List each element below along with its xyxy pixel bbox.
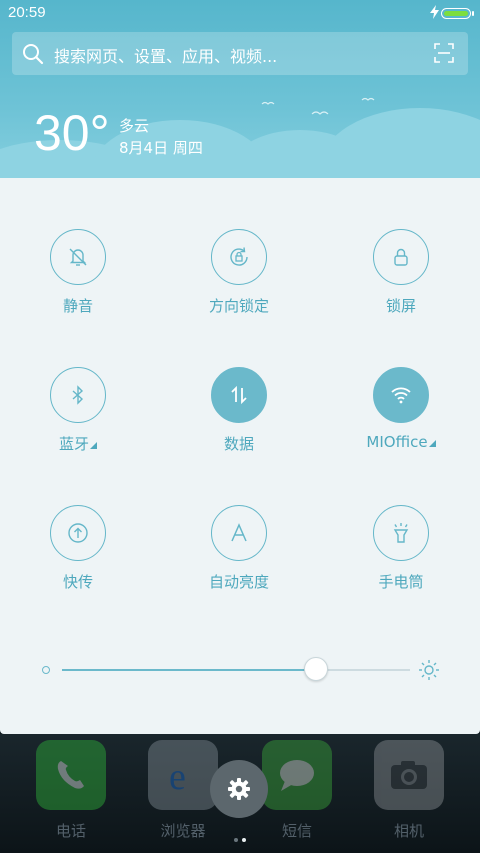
- tile-lock-screen[interactable]: 锁屏: [331, 229, 471, 316]
- search-bar[interactable]: 搜索网页、设置、应用、视频...: [12, 32, 468, 75]
- tile-label: 静音: [62, 297, 93, 315]
- quick-settings-panel: 静音 方向锁定 锁屏 蓝牙 数据 MIOffice 快传 自动亮度 手电筒: [0, 178, 480, 734]
- expand-indicator-icon: [428, 440, 436, 447]
- tile-label: 方向锁定: [208, 297, 269, 315]
- tile-label: 锁屏: [385, 297, 416, 315]
- share-upload-icon: [50, 505, 106, 561]
- brightness-low-icon: [42, 666, 50, 674]
- gear-icon: [228, 778, 250, 800]
- dock-label: 相机: [393, 822, 424, 840]
- dock-label: 电话: [55, 822, 86, 840]
- scan-icon[interactable]: [434, 43, 454, 63]
- svg-text:e: e: [169, 756, 186, 797]
- tile-flashlight[interactable]: 手电筒: [331, 505, 471, 592]
- settings-button[interactable]: [210, 760, 268, 818]
- brightness-slider-thumb[interactable]: [304, 657, 329, 681]
- phone-app-icon: [36, 740, 106, 810]
- weather-header: 20:59 搜索网页、设置、应用、视频... 30° 多云 8月4日 周四: [0, 0, 480, 180]
- dock-app-phone[interactable]: 电话: [21, 740, 121, 841]
- birds-decoration: [261, 97, 375, 115]
- dock-label: 浏览器: [160, 822, 206, 840]
- tile-label: 自动亮度: [208, 573, 269, 591]
- bell-off-icon: [50, 229, 106, 285]
- mobile-data-icon: [211, 367, 267, 423]
- charging-icon: [430, 5, 439, 19]
- weather-condition: 多云: [119, 117, 150, 135]
- status-bar: 20:59: [0, 0, 480, 26]
- search-icon: [23, 44, 44, 65]
- messages-app-icon: [262, 740, 332, 810]
- tile-label: MIOffice: [366, 433, 428, 451]
- flashlight-icon: [373, 505, 429, 561]
- brightness-slider-track[interactable]: [62, 669, 410, 671]
- dock-label: 短信: [281, 822, 312, 840]
- camera-app-icon: [374, 740, 444, 810]
- search-input[interactable]: 搜索网页、设置、应用、视频...: [54, 43, 277, 67]
- dock-app-camera[interactable]: 相机: [359, 740, 459, 841]
- expand-indicator-icon: [90, 442, 97, 449]
- weather-date: 8月4日 周四: [119, 139, 203, 157]
- tile-wifi[interactable]: MIOffice: [331, 367, 471, 451]
- temperature: 30°: [34, 105, 110, 161]
- tile-rotation-lock[interactable]: 方向锁定: [169, 229, 309, 316]
- brightness-slider-fill: [62, 669, 317, 671]
- rotation-lock-icon: [211, 229, 267, 285]
- battery-icon: [441, 8, 471, 19]
- tile-auto-brightness[interactable]: 自动亮度: [169, 505, 309, 592]
- tile-label: 数据: [223, 435, 254, 453]
- tile-mobile-data[interactable]: 数据: [169, 367, 309, 454]
- tile-label: 蓝牙: [58, 435, 89, 453]
- wifi-icon: [373, 367, 429, 423]
- bluetooth-icon: [50, 367, 106, 423]
- page-indicator: [232, 827, 248, 846]
- tile-label: 手电筒: [378, 573, 424, 591]
- auto-brightness-icon: [211, 505, 267, 561]
- tile-label: 快传: [62, 573, 93, 591]
- tile-share[interactable]: 快传: [8, 505, 148, 592]
- browser-app-icon: e: [148, 740, 218, 810]
- tile-mute[interactable]: 静音: [8, 229, 148, 316]
- status-time: 20:59: [8, 4, 46, 21]
- brightness-high-icon: [419, 660, 439, 680]
- tile-bluetooth[interactable]: 蓝牙: [8, 367, 148, 454]
- lock-icon: [373, 229, 429, 285]
